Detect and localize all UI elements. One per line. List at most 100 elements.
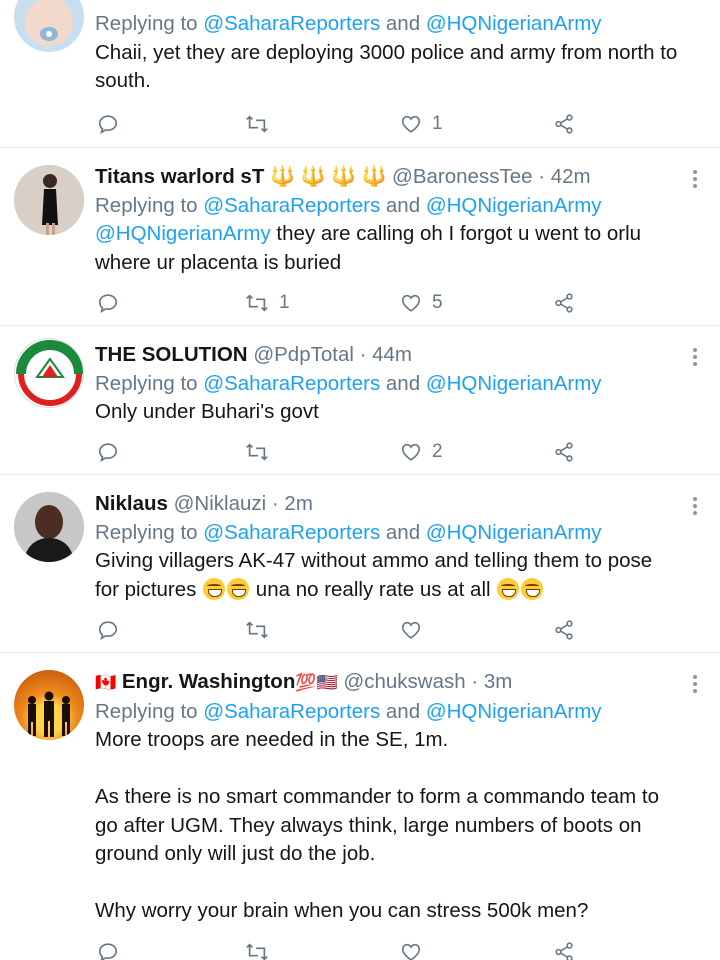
retweet-icon [246, 443, 268, 461]
grinning-sweat-emoji [497, 577, 520, 600]
like-icon [401, 621, 421, 639]
timestamp: · 44m [353, 343, 413, 366]
tweet[interactable]: 🇨🇦 Engr. Washington💯🇺🇸 @chukswash · 3m R… [0, 653, 720, 960]
reply-button[interactable] [97, 939, 119, 960]
replying-to: Replying to @SaharaReporters and @HQNige… [95, 10, 690, 39]
woman-avatar-image [14, 165, 84, 235]
more-icon[interactable] [692, 497, 698, 518]
share-button[interactable] [553, 439, 575, 465]
like-icon [401, 943, 421, 960]
mention-link[interactable]: @HQNigerianArmy [426, 372, 602, 395]
share-button[interactable] [553, 939, 575, 960]
replying-to: Replying to @SaharaReporters and @HQNige… [95, 370, 690, 399]
retweet-icon [246, 621, 268, 639]
replying-to: Replying to @SaharaReporters and @HQNige… [95, 192, 690, 221]
tweet-header: Niklaus @Niklauzi · 2m [95, 490, 690, 519]
avatar[interactable] [14, 165, 84, 235]
share-button[interactable] [553, 617, 575, 643]
replying-to-label: Replying to [95, 12, 204, 35]
more-icon[interactable] [692, 348, 698, 369]
tweet[interactable]: Niklaus @Niklauzi · 2m Replying to @Saha… [0, 475, 720, 653]
share-button[interactable] [553, 111, 575, 137]
like-button[interactable]: 5 [400, 290, 443, 316]
mention-link[interactable]: @SaharaReporters [203, 372, 380, 395]
mention-link[interactable]: @HQNigerianArmy [426, 700, 602, 723]
replying-to-label: Replying to [95, 371, 204, 395]
more-icon[interactable] [692, 675, 698, 696]
retweet-button[interactable] [245, 617, 279, 643]
tweet[interactable]: Titans warlord sT 🔱 🔱 🔱 🔱 @BaronessTee ·… [0, 148, 720, 326]
avatar[interactable] [14, 670, 84, 740]
trident-emoji: 🔱 🔱 🔱 🔱 [270, 166, 387, 188]
reply-icon [98, 294, 118, 313]
reply-button[interactable] [97, 290, 129, 316]
share-icon [555, 442, 573, 462]
reply-button[interactable] [97, 617, 129, 643]
share-icon [555, 620, 573, 640]
reply-button[interactable] [97, 439, 129, 465]
replying-to: Replying to @SaharaReporters and @HQNige… [95, 519, 690, 548]
share-icon [555, 293, 573, 313]
user-handle[interactable]: @PdpTotal [253, 343, 354, 366]
retweet-icon [246, 294, 268, 312]
avatar[interactable] [14, 0, 84, 52]
share-button[interactable] [553, 290, 575, 316]
retweet-button[interactable] [245, 111, 279, 137]
timestamp: · 3m [465, 670, 513, 693]
retweet-button[interactable]: 1 [245, 290, 290, 316]
tweet-actions: 2 [95, 439, 595, 465]
user-handle[interactable]: @chukswash [343, 670, 465, 693]
like-button[interactable] [400, 939, 422, 960]
retweet-button[interactable] [245, 439, 279, 465]
retweet-button[interactable] [245, 939, 269, 960]
display-name[interactable]: Niklaus [95, 492, 168, 515]
and-label: and [380, 699, 426, 723]
and-label: and [380, 193, 426, 217]
display-name[interactable]: Titans warlord sT [95, 165, 264, 188]
like-button[interactable]: 1 [400, 111, 443, 137]
soldiers-silhouette-avatar [28, 691, 70, 737]
like-count: 2 [432, 441, 443, 462]
more-icon[interactable] [692, 170, 698, 191]
tweet-text-line: Giving villagers AK-47 without ammo and … [95, 549, 653, 572]
like-icon [401, 115, 421, 133]
tweet-header: Titans warlord sT 🔱 🔱 🔱 🔱 @BaronessTee ·… [95, 163, 690, 192]
grinning-sweat-emoji [227, 577, 250, 600]
user-handle[interactable]: @Niklauzi [174, 492, 267, 515]
replying-to-label: Replying to [95, 699, 204, 723]
timestamp: · 42m [532, 165, 591, 188]
and-label: and [380, 12, 426, 35]
avatar[interactable] [14, 338, 84, 408]
display-name[interactable]: Engr. Washington [122, 670, 295, 693]
mention-link[interactable]: @SaharaReporters [203, 12, 380, 35]
mention-link[interactable]: @SaharaReporters [203, 194, 380, 217]
tweet-text-line: for pictures una no really rate us at al… [95, 576, 690, 605]
mention-link[interactable]: @HQNigerianArmy [95, 222, 271, 245]
tweet-text-segment: for pictures [95, 577, 203, 601]
like-count: 1 [432, 113, 443, 134]
tweet-header: 🇨🇦 Engr. Washington💯🇺🇸 @chukswash · 3m [95, 668, 690, 698]
like-button[interactable]: 2 [400, 439, 443, 465]
user-handle[interactable]: @BaronessTee [392, 165, 532, 188]
reply-button[interactable] [97, 111, 129, 137]
avatar[interactable] [14, 492, 84, 562]
canada-flag-emoji: 🇨🇦 [95, 673, 117, 692]
display-name[interactable]: THE SOLUTION [95, 343, 248, 366]
mention-link[interactable]: @HQNigerianArmy [426, 12, 602, 35]
mention-link[interactable]: @SaharaReporters [203, 700, 380, 723]
grinning-sweat-emoji [203, 577, 226, 600]
reply-icon [98, 443, 118, 462]
retweet-icon [246, 115, 268, 133]
tweet-text: Only under Buhari's govt [95, 400, 319, 423]
like-button[interactable] [400, 617, 432, 643]
mention-link[interactable]: @HQNigerianArmy [426, 194, 602, 217]
party-logo-avatar [16, 340, 83, 407]
replying-to-label: Replying to [95, 520, 204, 544]
tweet[interactable]: Replying to @SaharaReporters and @HQNige… [0, 0, 720, 148]
name-emoji-suffix: 💯🇺🇸 [295, 673, 338, 692]
tweet-text-segment: una no really rate us at all [250, 577, 497, 601]
tweet[interactable]: THE SOLUTION @PdpTotal · 44m Replying to… [0, 326, 720, 475]
mention-link[interactable]: @SaharaReporters [203, 521, 380, 544]
share-icon [555, 114, 573, 134]
mention-link[interactable]: @HQNigerianArmy [426, 521, 602, 544]
